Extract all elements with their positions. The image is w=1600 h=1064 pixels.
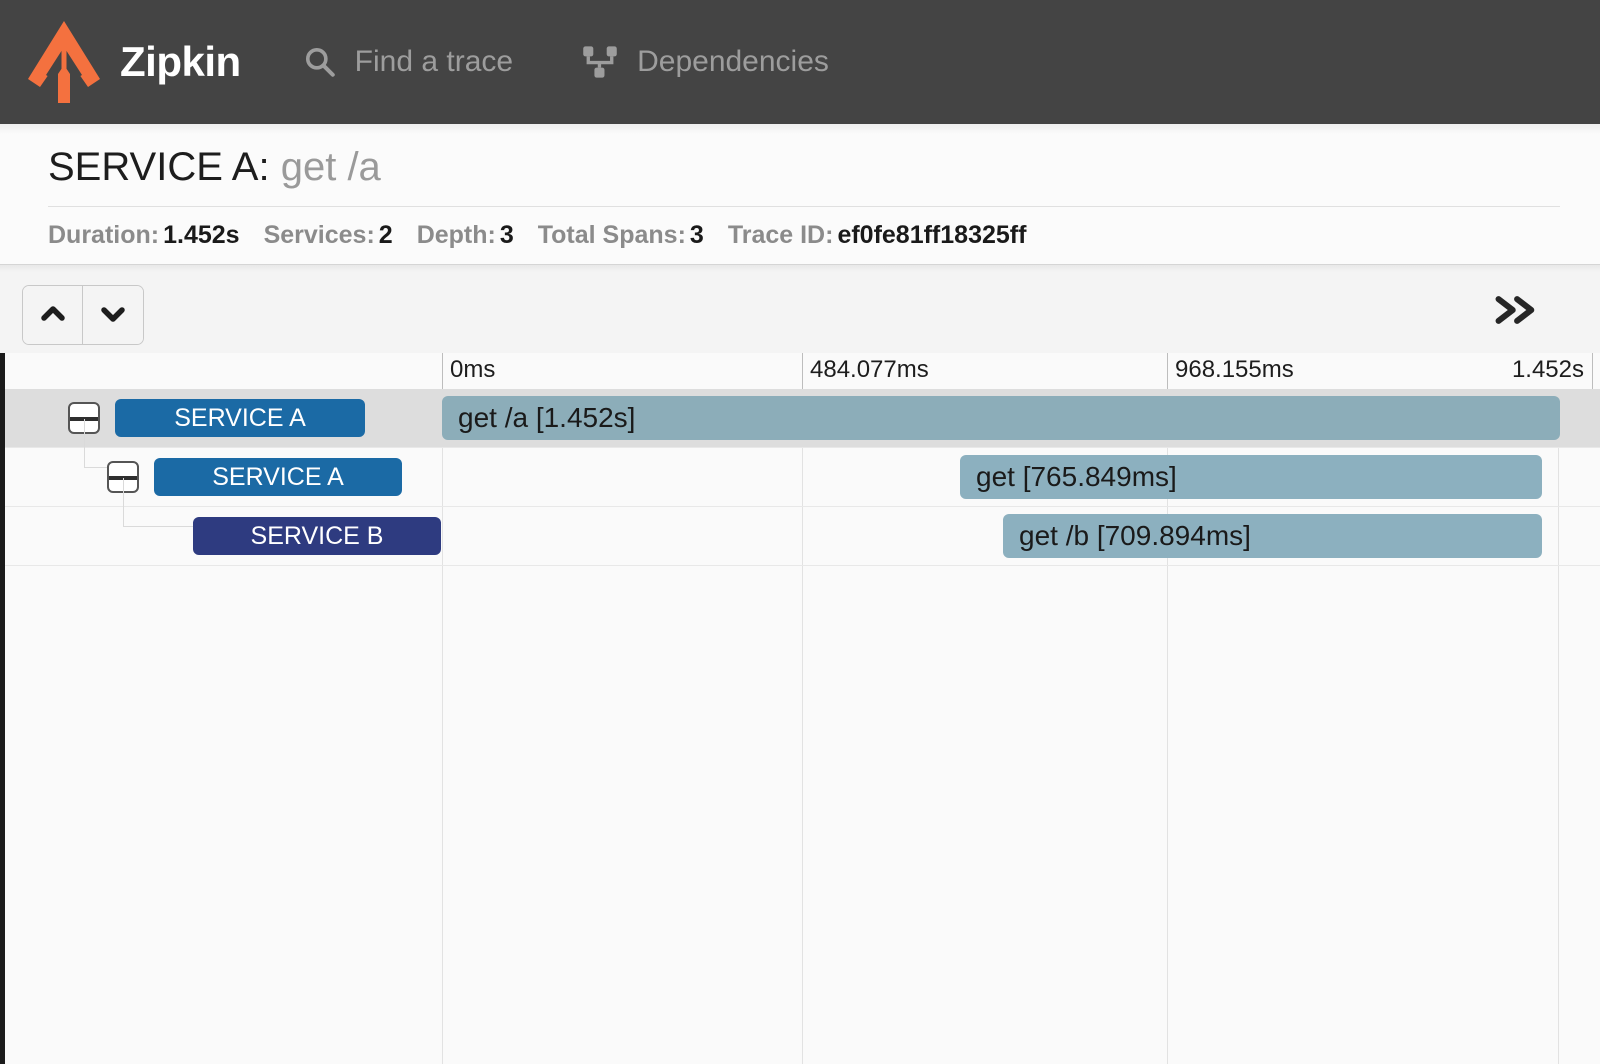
span-label-cell: SERVICE A: [5, 448, 442, 506]
span-label-cell: SERVICE B: [5, 507, 442, 565]
nav-find-a-trace-label: Find a trace: [355, 45, 513, 79]
expand-collapse-button-group: [22, 285, 144, 345]
meta-total-spans: Total Spans:3: [538, 221, 704, 249]
meta-duration-label: Duration:: [48, 221, 159, 249]
collapse-all-button[interactable]: [23, 286, 83, 344]
trace-timeline-panel: 0ms 484.077ms 968.155ms 1.452s SERVICE A…: [0, 353, 1600, 1064]
top-navbar: Zipkin Find a trace Depe: [0, 0, 1600, 124]
span-label-cell: SERVICE A: [5, 389, 442, 447]
brand-home-link[interactable]: Zipkin: [26, 0, 241, 124]
span-bar[interactable]: get [765.849ms]: [960, 455, 1542, 499]
brand-name: Zipkin: [120, 41, 241, 83]
ruler-tick-2: 968.155ms: [1167, 353, 1294, 389]
meta-trace-id: Trace ID:ef0fe81ff18325ff: [728, 221, 1027, 249]
meta-services-value: 2: [379, 221, 393, 249]
span-bar[interactable]: get /b [709.894ms]: [1003, 514, 1542, 558]
chevron-down-icon: [98, 299, 128, 332]
table-row[interactable]: SERVICE B get /b [709.894ms]: [5, 507, 1600, 566]
meta-depth-label: Depth:: [417, 221, 496, 249]
nav-find-a-trace[interactable]: Find a trace: [303, 45, 513, 79]
expand-detail-panel-button[interactable]: [1490, 287, 1542, 337]
meta-depth-value: 3: [500, 221, 514, 249]
span-bar[interactable]: get /a [1.452s]: [442, 396, 1560, 440]
title-divider: [48, 206, 1560, 207]
nav-dependencies[interactable]: Dependencies: [581, 43, 829, 81]
meta-total-spans-label: Total Spans:: [538, 221, 686, 249]
trace-meta-summary: Duration:1.452sServices:2Depth:3Total Sp…: [48, 221, 1600, 250]
meta-duration-value: 1.452s: [163, 221, 239, 249]
chevron-up-icon: [38, 299, 68, 332]
dependencies-sitemap-icon: [581, 43, 619, 81]
table-row[interactable]: SERVICE A get /a [1.452s]: [5, 389, 1600, 448]
nav-dependencies-label: Dependencies: [637, 45, 829, 79]
tree-connector-vertical: [123, 478, 124, 526]
trace-title-operation: get /a: [281, 145, 381, 189]
span-rows: SERVICE A get /a [1.452s] SERVICE A get …: [5, 389, 1600, 566]
chevron-double-right-icon: [1492, 292, 1540, 333]
meta-depth: Depth:3: [417, 221, 514, 249]
trace-header: SERVICE A: get /a Duration:1.452s Service…: [0, 124, 1600, 265]
meta-services: Services:2: [264, 221, 393, 249]
ruler-tick-0: 0ms: [442, 353, 495, 389]
table-row[interactable]: SERVICE A get [765.849ms]: [5, 448, 1600, 507]
page-title: SERVICE A: get /a: [48, 146, 1600, 188]
span-service-badge[interactable]: SERVICE B: [193, 517, 441, 555]
navbar-links: Find a trace Dependencies: [303, 0, 897, 124]
search-icon: [303, 45, 337, 79]
meta-services-label: Services:: [264, 221, 375, 249]
trace-title-separator: :: [258, 145, 269, 189]
zipkin-logo-icon: [26, 17, 102, 107]
meta-trace-id-value: ef0fe81ff18325ff: [837, 221, 1026, 249]
expand-all-button[interactable]: [83, 286, 143, 344]
span-service-badge[interactable]: SERVICE A: [115, 399, 365, 437]
meta-duration: Duration:1.452s: [48, 221, 240, 249]
meta-total-spans-value: 3: [690, 221, 704, 249]
trace-toolbar: [0, 265, 1600, 353]
ruler-tick-3: 1.452s: [1452, 353, 1593, 389]
trace-title-service: SERVICE A: [48, 145, 258, 189]
tree-connector-vertical: [84, 419, 85, 467]
span-service-badge[interactable]: SERVICE A: [154, 458, 402, 496]
tree-connector-horizontal: [123, 526, 195, 527]
ruler-tick-1: 484.077ms: [802, 353, 929, 389]
meta-trace-id-label: Trace ID:: [728, 221, 834, 249]
time-ruler: 0ms 484.077ms 968.155ms 1.452s: [442, 353, 1593, 390]
